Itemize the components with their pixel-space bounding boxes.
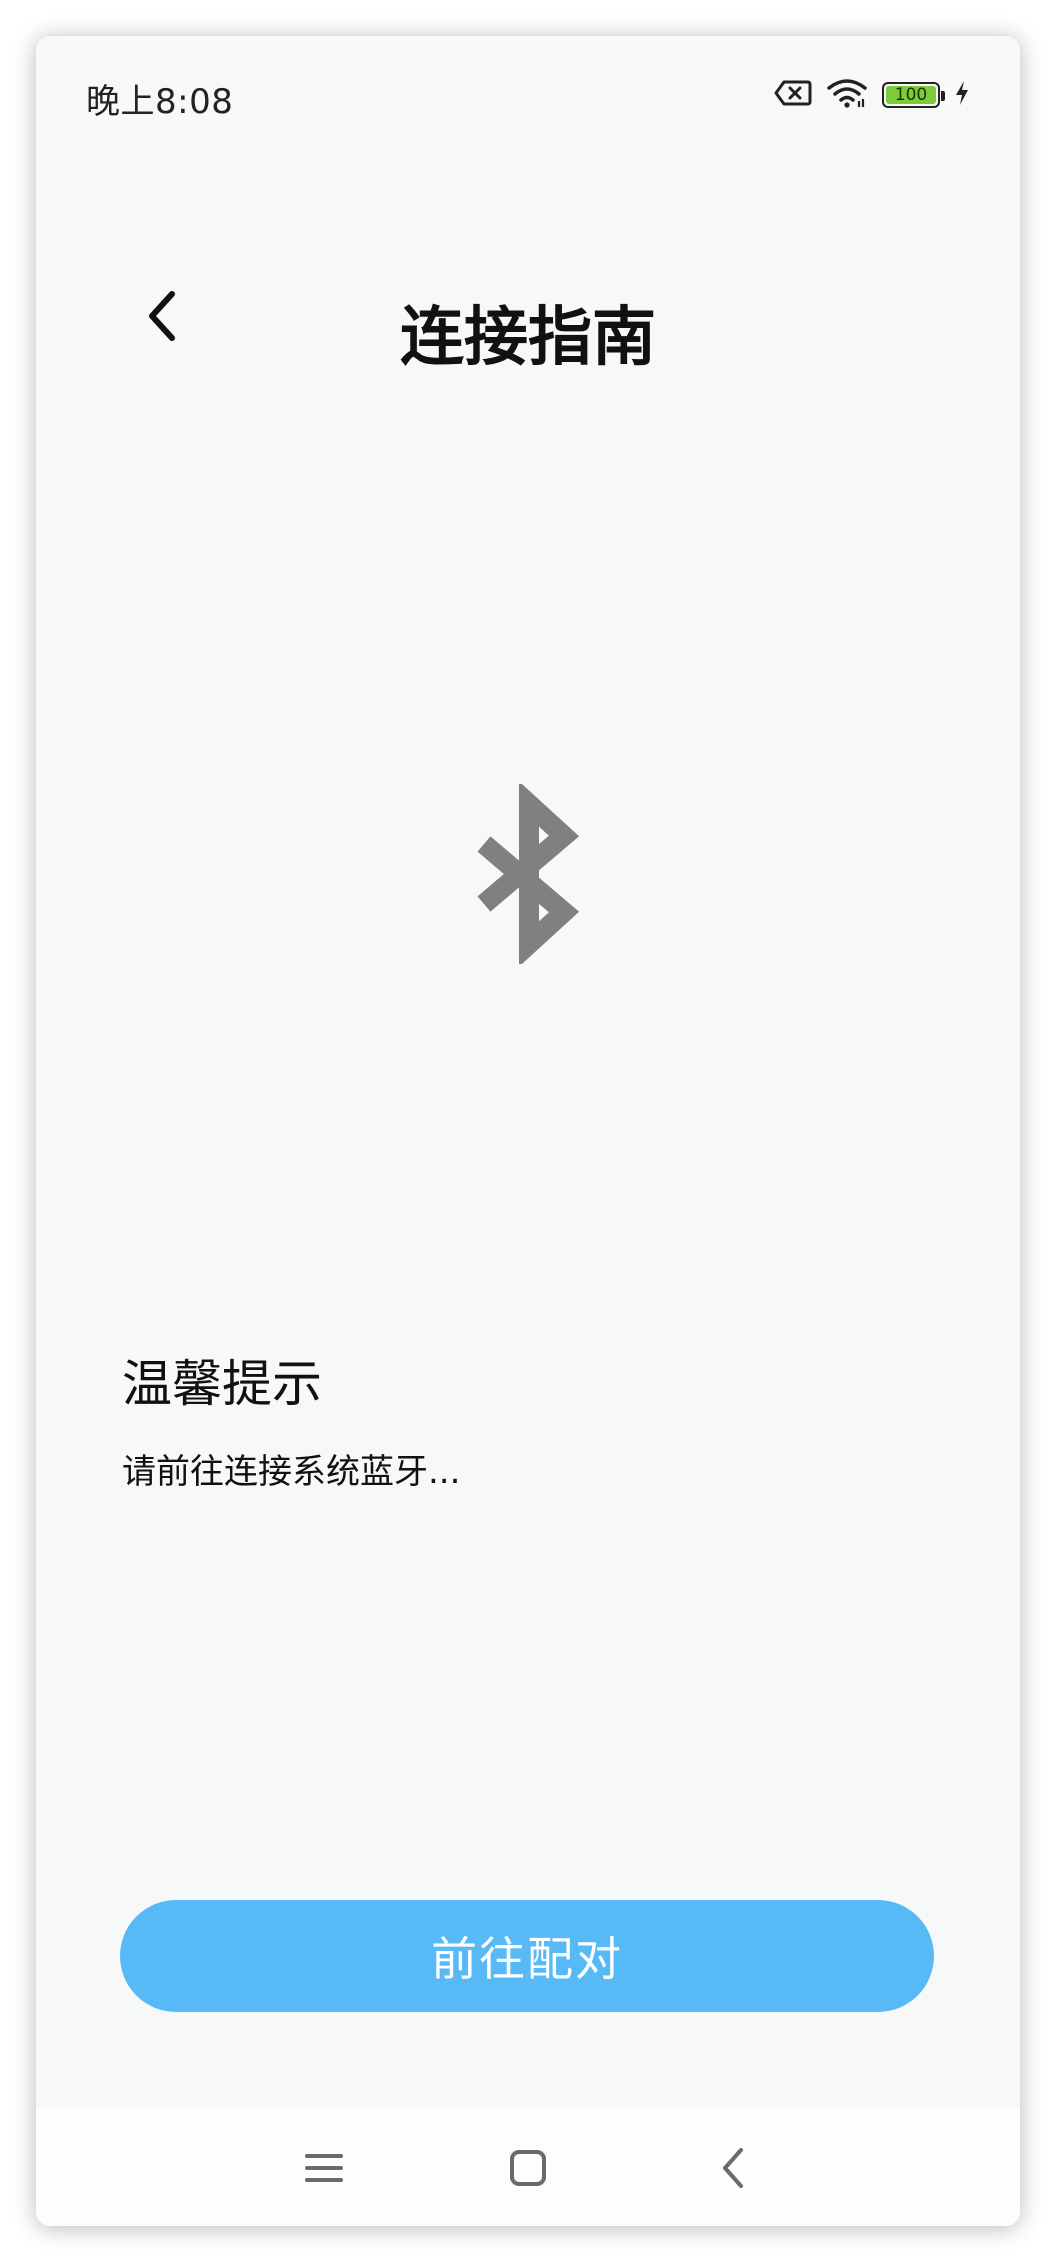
navigation-bar — [36, 2108, 1020, 2226]
sim-off-icon — [774, 79, 812, 111]
charging-icon — [954, 80, 970, 110]
go-pair-button[interactable]: 前往配对 — [120, 1900, 934, 2012]
status-icons: 100 — [774, 78, 970, 112]
battery-nub — [941, 91, 945, 101]
menu-button[interactable] — [294, 2138, 354, 2198]
home-button[interactable] — [498, 2138, 558, 2198]
back-icon — [723, 2148, 743, 2188]
status-time: 晚上8:08 — [86, 82, 234, 122]
tip-message: 请前往连接系统蓝牙... — [122, 1452, 461, 1492]
tip-title: 温馨提示 — [122, 1355, 322, 1413]
page-title: 连接指南 — [400, 301, 656, 375]
phone-screen: 晚上8:08 100 连接指南 温馨提示 请前往连接系统蓝牙... 前往配对 — [36, 36, 1020, 2226]
home-icon — [510, 2150, 546, 2186]
nav-back-button[interactable] — [704, 2138, 764, 2198]
battery-icon: 100 — [882, 82, 945, 108]
status-bar: 晚上8:08 100 — [36, 36, 1020, 156]
bluetooth-icon — [477, 784, 580, 964]
battery-level: 100 — [886, 86, 936, 104]
wifi-icon — [826, 78, 868, 112]
menu-icon — [305, 2154, 343, 2182]
